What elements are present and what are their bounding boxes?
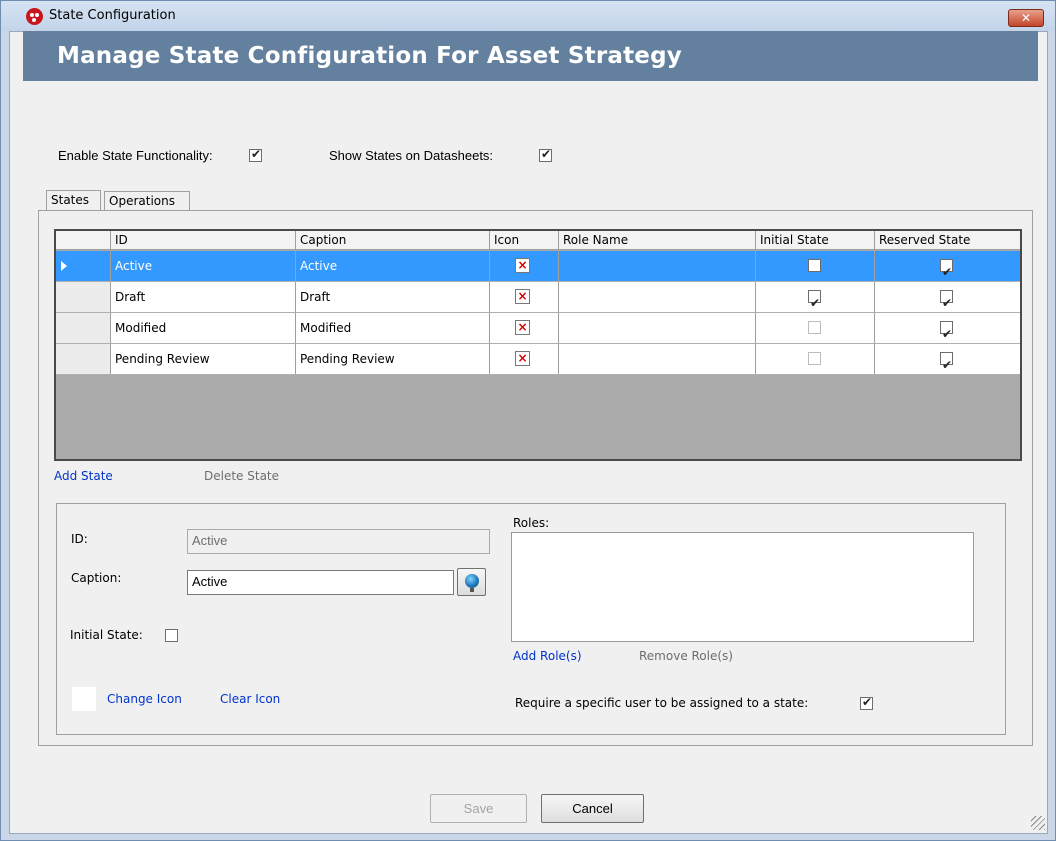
cell-reserved-state[interactable] (875, 344, 1020, 374)
cell-caption[interactable]: Active (296, 251, 490, 281)
cancel-button[interactable]: Cancel (541, 794, 644, 823)
cell-caption[interactable]: Pending Review (296, 344, 490, 374)
require-user-checkbox[interactable] (860, 695, 873, 710)
missing-image-icon: × (515, 289, 530, 304)
column-header-role-name[interactable]: Role Name (559, 231, 756, 249)
cell-role-name[interactable] (559, 313, 756, 343)
cell-reserved-state[interactable] (875, 313, 1020, 343)
cell-initial-state[interactable] (756, 251, 875, 281)
initial-state-label: Initial State: (70, 628, 143, 642)
save-button[interactable]: Save (430, 794, 527, 823)
delete-state-link[interactable]: Delete State (204, 469, 279, 483)
missing-image-icon: × (515, 320, 530, 335)
reserved-state-checkbox[interactable] (940, 350, 953, 374)
states-grid: ID Caption Icon Role Name Initial State … (54, 229, 1022, 461)
resize-grip-icon[interactable] (1031, 816, 1045, 830)
title-bar[interactable]: State Configuration ✕ (1, 1, 1055, 31)
initial-state-checkbox[interactable] (808, 259, 821, 272)
globe-icon (465, 574, 479, 588)
id-label: ID: (71, 532, 88, 546)
cell-id[interactable]: Modified (111, 313, 296, 343)
clear-icon-link[interactable]: Clear Icon (220, 692, 280, 706)
grid-header: ID Caption Icon Role Name Initial State … (56, 231, 1020, 250)
column-header-initial-state[interactable]: Initial State (756, 231, 875, 249)
column-header-reserved-state[interactable]: Reserved State (875, 231, 1020, 249)
initial-state-checkbox[interactable] (808, 288, 821, 312)
table-row[interactable]: Draft Draft × (56, 282, 1020, 313)
id-field[interactable]: Active (187, 529, 490, 554)
row-selector[interactable] (56, 344, 111, 374)
translate-caption-button[interactable] (457, 568, 486, 596)
require-user-label: Require a specific user to be assigned t… (515, 696, 809, 710)
row-selector[interactable] (56, 282, 111, 312)
cell-initial-state[interactable] (756, 344, 875, 374)
column-header-icon[interactable]: Icon (490, 231, 559, 249)
cell-icon[interactable]: × (490, 282, 559, 312)
reserved-state-checkbox[interactable] (940, 257, 953, 281)
cell-reserved-state[interactable] (875, 282, 1020, 312)
cell-icon[interactable]: × (490, 344, 559, 374)
cell-reserved-state[interactable] (875, 251, 1020, 281)
enable-state-label: Enable State Functionality: (58, 148, 213, 163)
cell-initial-state[interactable] (756, 313, 875, 343)
show-states-checkbox[interactable] (539, 147, 552, 162)
missing-image-icon: × (515, 351, 530, 366)
add-state-link[interactable]: Add State (54, 469, 113, 483)
tab-operations[interactable]: Operations (104, 191, 190, 210)
cell-icon[interactable]: × (490, 313, 559, 343)
cell-caption[interactable]: Draft (296, 282, 490, 312)
states-tab-panel: ID Caption Icon Role Name Initial State … (38, 210, 1033, 746)
missing-image-icon: × (515, 258, 530, 273)
cell-role-name[interactable] (559, 251, 756, 281)
cell-id[interactable]: Draft (111, 282, 296, 312)
show-states-label: Show States on Datasheets: (329, 148, 494, 163)
table-row[interactable]: Modified Modified × (56, 313, 1020, 344)
cell-caption[interactable]: Modified (296, 313, 490, 343)
enable-state-checkbox[interactable] (249, 147, 262, 162)
initial-state-checkbox[interactable] (808, 321, 821, 334)
reserved-state-checkbox[interactable] (940, 288, 953, 312)
caption-field[interactable]: Active (187, 570, 454, 595)
cell-role-name[interactable] (559, 282, 756, 312)
initial-state-checkbox[interactable] (165, 629, 178, 642)
row-selector-header (56, 231, 111, 249)
column-header-caption[interactable]: Caption (296, 231, 490, 249)
roles-list[interactable] (511, 532, 974, 642)
page-title: Manage State Configuration For Asset Str… (57, 43, 682, 69)
add-roles-link[interactable]: Add Role(s) (513, 649, 582, 663)
app-logo-icon (26, 8, 43, 25)
remove-roles-link[interactable]: Remove Role(s) (639, 649, 733, 663)
cell-initial-state[interactable] (756, 282, 875, 312)
initial-state-checkbox[interactable] (808, 352, 821, 365)
state-details-panel: ID: Active Caption: Active Initial State… (56, 503, 1006, 735)
reserved-state-checkbox[interactable] (940, 319, 953, 343)
row-selector[interactable] (56, 313, 111, 343)
window-title: State Configuration (49, 8, 176, 23)
current-row-arrow-icon (61, 261, 67, 271)
header-banner: Manage State Configuration For Asset Str… (23, 31, 1038, 81)
change-icon-link[interactable]: Change Icon (107, 692, 182, 706)
table-row[interactable]: Pending Review Pending Review × (56, 344, 1020, 375)
table-row[interactable]: Active Active × (56, 251, 1020, 282)
close-button[interactable]: ✕ (1008, 9, 1044, 27)
tab-states[interactable]: States (46, 190, 101, 211)
cell-id[interactable]: Pending Review (111, 344, 296, 374)
roles-label: Roles: (513, 516, 550, 530)
state-configuration-window: State Configuration ✕ Manage State Confi… (0, 0, 1056, 841)
cell-id[interactable]: Active (111, 251, 296, 281)
caption-label: Caption: (71, 571, 122, 585)
cell-role-name[interactable] (559, 344, 756, 374)
state-icon-preview (72, 687, 96, 711)
column-header-id[interactable]: ID (111, 231, 296, 249)
row-selector[interactable] (56, 251, 111, 281)
cell-icon[interactable]: × (490, 251, 559, 281)
